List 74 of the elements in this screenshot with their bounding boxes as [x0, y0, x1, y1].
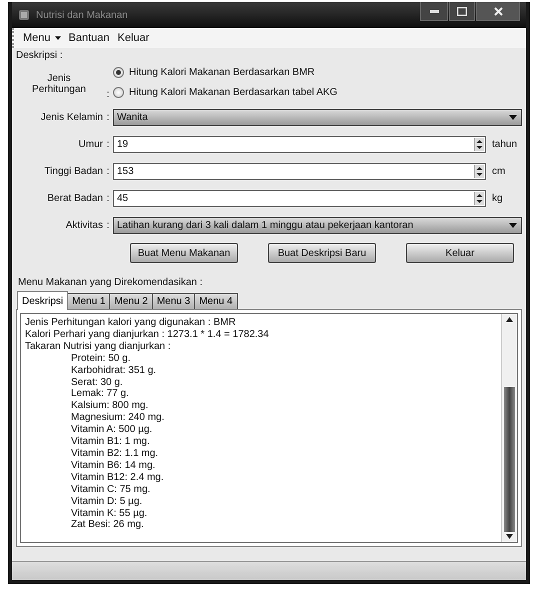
field-label: Aktivitas	[64, 220, 103, 231]
action-button[interactable]: Keluar	[406, 243, 514, 263]
dropdown-arrow-icon	[509, 114, 517, 120]
menu-item[interactable]: Menu	[20, 30, 64, 46]
colon-label: :	[106, 139, 110, 150]
tab[interactable]: Menu 3	[152, 293, 196, 309]
tab[interactable]: Menu 2	[109, 293, 153, 309]
maximize-icon	[457, 6, 467, 16]
colon-label: :	[106, 89, 110, 102]
colon-label: :	[106, 112, 110, 123]
text-line: Vitamin D: 5 µg.	[71, 496, 144, 508]
text-line: Vitamin A: 500 µg.	[71, 424, 154, 436]
window-title: Nutrisi dan Makanan	[36, 10, 129, 20]
minimize-button[interactable]	[420, 2, 448, 21]
dropdown-field[interactable]: Wanita	[113, 109, 522, 126]
close-button[interactable]	[476, 2, 520, 21]
minimize-icon	[430, 9, 438, 13]
field-label: Berat Badan	[46, 193, 103, 204]
text-line: Lemak: 77 g.	[71, 388, 130, 400]
section-label: Deskripsi :	[16, 50, 64, 61]
field-label: Tinggi Badan	[43, 166, 103, 177]
app-icon	[18, 9, 30, 21]
radio-button[interactable]	[113, 87, 124, 98]
text-line: Serat: 30 g.	[71, 376, 124, 388]
text-line: Jenis Perhitungan kalori yang digunakan : BMR	[25, 317, 237, 329]
tab[interactable]: Menu 4	[194, 293, 238, 309]
number-field[interactable]: 153	[113, 163, 486, 180]
text-line: Protein: 50 g.	[71, 352, 132, 365]
maximize-button[interactable]	[449, 2, 475, 21]
text-line: Vitamin K: 55 µg.	[71, 508, 148, 520]
text-line: Kalsium: 800 mg.	[71, 400, 150, 412]
unit-label: tahun	[492, 139, 518, 150]
dropdown-field[interactable]: Latihan kurang dari 3 kali dalam 1 minggu atau pekerjaan kantoran	[113, 217, 522, 234]
scroll-up-icon[interactable]	[506, 317, 513, 322]
text-line: Kalori Perhari yang dianjurkan : 1273.1 * 1.4 = 1782.34	[25, 328, 270, 341]
text-line: Magnesium: 240 mg.	[71, 412, 166, 424]
scrollbar[interactable]	[501, 314, 517, 542]
text-line: Karbohidrat: 351 g.	[71, 364, 158, 377]
number-field[interactable]: 19	[113, 136, 486, 153]
spinner-arrows-icon[interactable]	[475, 192, 484, 205]
tab[interactable]: Deskripsi	[17, 291, 68, 310]
unit-label: kg	[492, 193, 504, 204]
tab[interactable]: Menu 1	[67, 293, 110, 309]
text-line: Vitamin B1: 1 mg.	[71, 436, 151, 448]
field-label: Umur	[78, 139, 103, 150]
caret-icon	[54, 36, 61, 40]
result-text-area[interactable]	[20, 313, 518, 543]
text-line: Vitamin B6: 14 mg.	[71, 460, 156, 472]
text-line: Vitamin B2: 1.1 mg.	[71, 448, 160, 460]
colon-label: :	[106, 220, 110, 231]
field-label: Jenis Perhitungan	[31, 72, 87, 94]
unit-label: cm	[492, 166, 506, 177]
close-icon	[494, 6, 502, 16]
radio-option[interactable]: Hitung Kalori Makanan Berdasarkan tabel AKG	[113, 87, 522, 98]
colon-label: :	[106, 193, 110, 204]
menu-item[interactable]: Keluar	[114, 30, 152, 46]
radio-button[interactable]	[113, 67, 124, 78]
spinner-arrows-icon[interactable]	[475, 165, 484, 178]
text-line: Vitamin B12: 2.4 mg.	[71, 472, 165, 484]
text-line: Takaran Nutrisi yang dianjurkan :	[25, 340, 172, 353]
action-button[interactable]: Buat Deskripsi Baru	[268, 243, 376, 263]
radio-option[interactable]: Hitung Kalori Makanan Berdasarkan BMR	[113, 67, 522, 78]
number-field[interactable]: 45	[113, 190, 486, 207]
action-button[interactable]: Buat Menu Makanan	[130, 243, 238, 263]
text-line: Vitamin C: 75 mg.	[71, 484, 152, 496]
colon-label: :	[106, 166, 110, 177]
section-label: Menu Makanan yang Direkomendasikan :	[18, 277, 204, 288]
scroll-down-icon[interactable]	[506, 534, 513, 539]
field-label: Jenis Kelamin	[40, 112, 103, 123]
menu-item[interactable]: Bantuan	[66, 30, 113, 46]
scrollbar-thumb[interactable]	[504, 387, 515, 532]
text-line: Zat Besi: 26 mg.	[71, 519, 145, 532]
spinner-arrows-icon[interactable]	[475, 138, 484, 151]
dropdown-arrow-icon	[509, 222, 517, 228]
